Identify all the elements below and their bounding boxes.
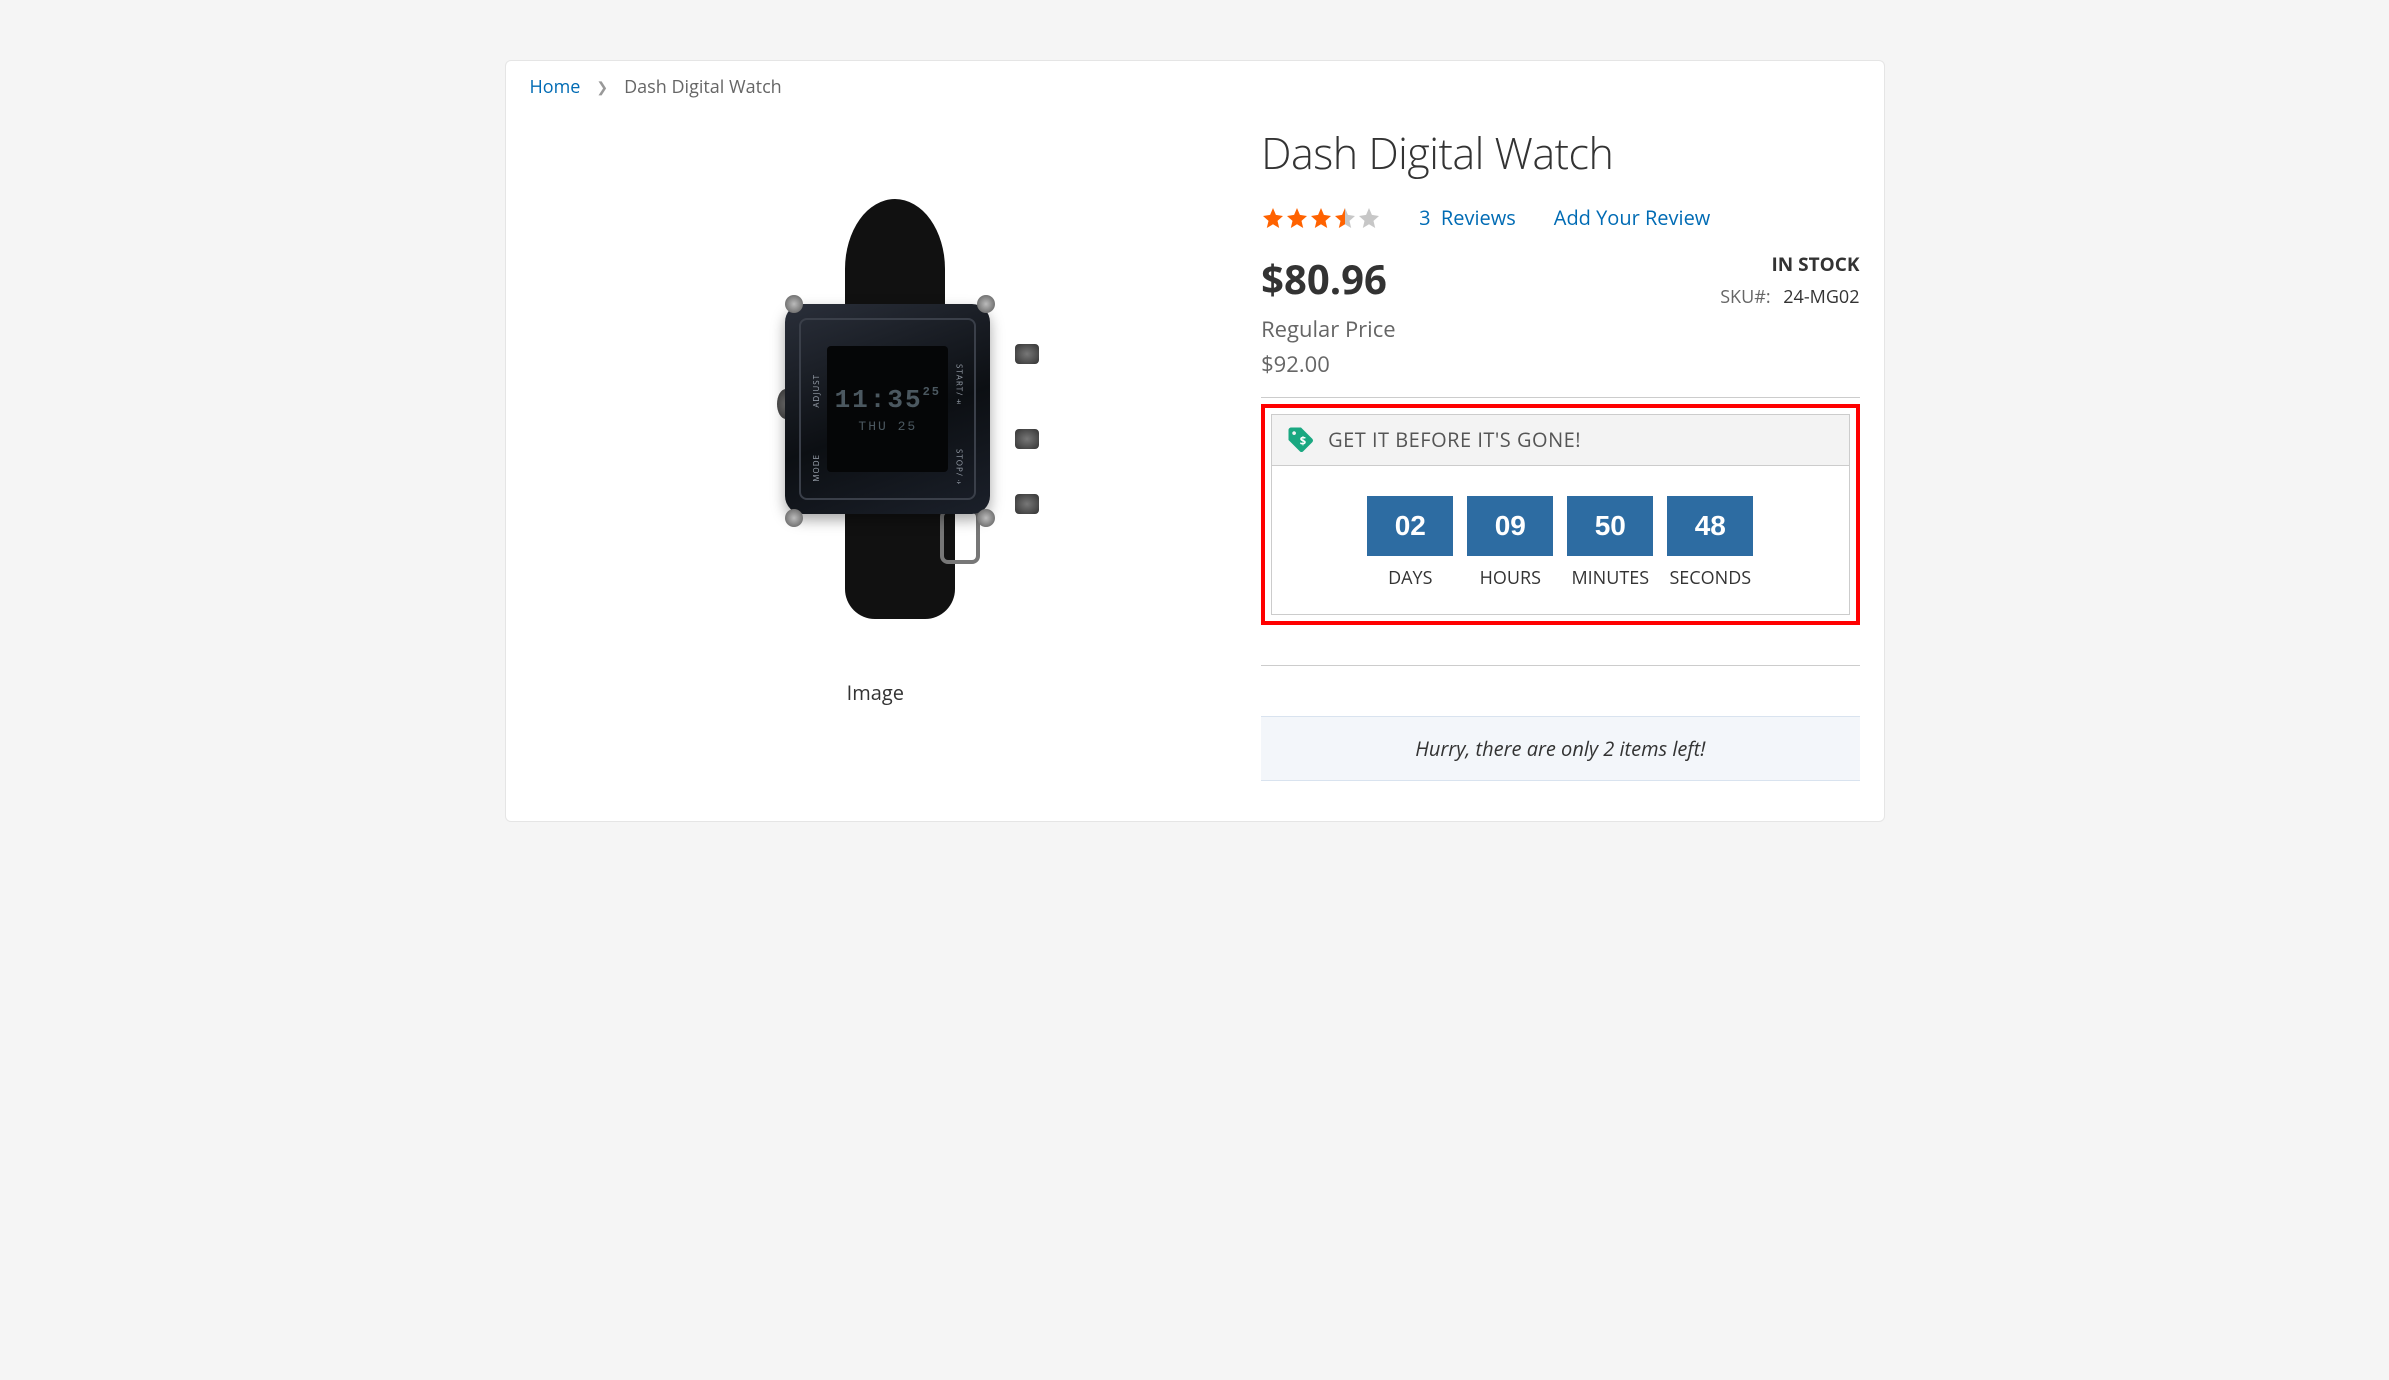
star-icon [1309,206,1333,230]
sku-label: SKU#: [1720,285,1770,309]
countdown-label: SECONDS [1667,566,1753,590]
review-summary: 3 Reviews Add Your Review [1261,204,1859,231]
divider [1261,665,1859,666]
countdown-unit: 50 MINUTES [1567,496,1653,590]
countdown-label: HOURS [1467,566,1553,590]
chevron-right-icon: ❯ [596,78,608,97]
add-review-link[interactable]: Add Your Review [1554,204,1711,231]
breadcrumb-current: Dash Digital Watch [624,75,782,99]
sku-value: 24-MG02 [1783,285,1859,309]
sku: SKU#: 24-MG02 [1720,285,1859,309]
divider [1261,397,1859,398]
countdown-value: 48 [1667,496,1753,556]
countdown-header: $ GET IT BEFORE IT'S GONE! [1272,415,1848,466]
regular-price-label: Regular Price [1261,314,1396,345]
star-icon [1261,206,1285,230]
product-gallery: 11:3525 THU 25 ADJUST MODE START/± STOP/… [530,119,1222,781]
reviews-link[interactable]: 3 Reviews [1419,204,1516,231]
svg-text:$: $ [1300,434,1307,449]
rating-stars [1261,206,1381,230]
image-caption: Image [847,679,904,706]
product-image[interactable]: 11:3525 THU 25 ADJUST MODE START/± STOP/… [665,149,1085,669]
countdown-unit: 09 HOURS [1467,496,1553,590]
stock-urgency-message: Hurry, there are only 2 items left! [1261,716,1859,781]
countdown-title: GET IT BEFORE IT'S GONE! [1328,426,1581,453]
countdown-unit: 48 SECONDS [1667,496,1753,590]
countdown-value: 09 [1467,496,1553,556]
star-icon [1333,206,1357,230]
product-info: Dash Digital Watch 3 Reviews Add Your Re… [1261,119,1859,781]
watch-illustration: 11:3525 THU 25 ADJUST MODE START/± STOP/… [725,199,1025,619]
stock-status: IN STOCK [1720,251,1859,277]
stock-info: IN STOCK SKU#: 24-MG02 [1720,251,1859,309]
price-tag-icon: $ [1286,425,1316,455]
countdown-label: MINUTES [1567,566,1653,590]
product-page: Home ❯ Dash Digital Watch 11:3525 THU 25 [505,60,1885,822]
breadcrumb: Home ❯ Dash Digital Watch [530,75,1860,99]
countdown-timer: 02 DAYS 09 HOURS 50 MINUTES 48 SECONDS [1272,466,1848,614]
regular-price: $92.00 [1261,349,1396,379]
countdown-value: 50 [1567,496,1653,556]
breadcrumb-home[interactable]: Home [530,75,581,99]
special-price: $80.96 [1261,251,1396,306]
star-icon [1285,206,1309,230]
countdown-unit: 02 DAYS [1367,496,1453,590]
countdown-label: DAYS [1367,566,1453,590]
countdown-box: $ GET IT BEFORE IT'S GONE! 02 DAYS 09 HOURS… [1271,414,1849,615]
countdown-callout: $ GET IT BEFORE IT'S GONE! 02 DAYS 09 HOURS… [1261,404,1859,625]
countdown-value: 02 [1367,496,1453,556]
product-title: Dash Digital Watch [1261,123,1859,182]
star-icon [1357,206,1381,230]
price-block: $80.96 Regular Price $92.00 IN STOCK SKU… [1261,251,1859,391]
